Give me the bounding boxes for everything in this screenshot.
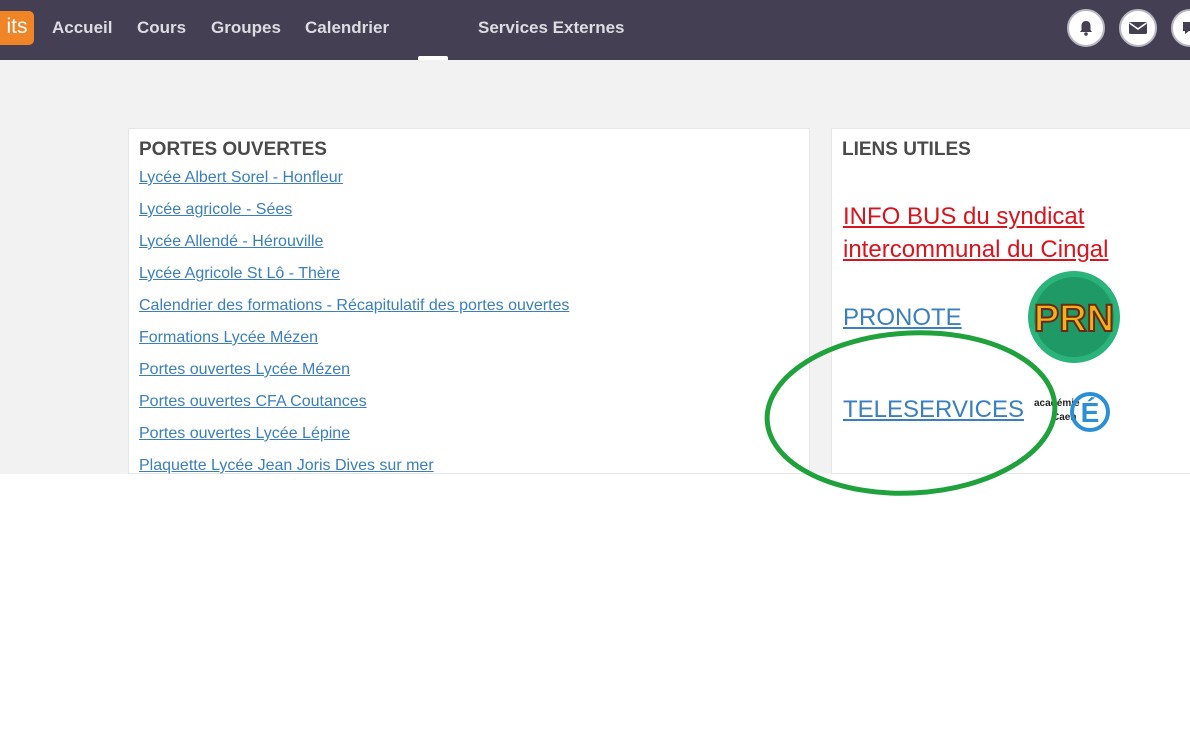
- academie-letter: É: [1081, 397, 1100, 428]
- list-item: Calendrier des formations - Récapitulati…: [139, 297, 569, 329]
- portes-ouvertes-links: Lycée Albert Sorel - Honfleur Lycée agri…: [139, 169, 569, 489]
- link-formations-mezen[interactable]: Formations Lycée Mézen: [139, 329, 318, 346]
- list-item: Plaquette Lycée Jean Joris Dives sur mer: [139, 457, 569, 489]
- list-item: Lycée Albert Sorel - Honfleur: [139, 169, 569, 201]
- link-lycee-agricole-st-lo[interactable]: Lycée Agricole St Lô - Thère: [139, 265, 340, 282]
- nav-cours[interactable]: Cours: [137, 18, 186, 38]
- list-item: Lycée agricole - Sées: [139, 201, 569, 233]
- mail-icon: [1129, 22, 1147, 34]
- top-navbar: its Accueil Cours Groupes Calendrier Ser…: [0, 0, 1190, 60]
- list-item: Lycée Allendé - Hérouville: [139, 233, 569, 265]
- app-logo[interactable]: its: [0, 11, 34, 45]
- link-pronote[interactable]: PRONOTE: [843, 304, 962, 332]
- liens-utiles-title: LIENS UTILES: [842, 139, 971, 160]
- link-portes-ouvertes-cfa[interactable]: Portes ouvertes CFA Coutances: [139, 393, 367, 410]
- notifications-button[interactable]: [1067, 9, 1105, 47]
- list-item: Portes ouvertes Lycée Mézen: [139, 361, 569, 393]
- portes-ouvertes-panel: PORTES OUVERTES Lycée Albert Sorel - Hon…: [128, 128, 810, 474]
- link-plaquette-jean-joris[interactable]: Plaquette Lycée Jean Joris Dives sur mer: [139, 457, 434, 474]
- nav-accueil[interactable]: Accueil: [52, 18, 112, 38]
- chat-button[interactable]: [1171, 9, 1190, 47]
- nav-services-externes[interactable]: Services Externes: [478, 18, 625, 38]
- pronote-logo-text: PRN: [1034, 298, 1114, 340]
- chat-icon: [1183, 22, 1190, 34]
- link-teleservices[interactable]: TELESERVICES: [843, 396, 1024, 424]
- link-lycee-agricole-sees[interactable]: Lycée agricole - Sées: [139, 201, 292, 218]
- link-info-bus[interactable]: INFO BUS du syndicat intercommunal du Ci…: [843, 200, 1143, 266]
- list-item: Portes ouvertes Lycée Lépine: [139, 425, 569, 457]
- link-portes-ouvertes-lepine[interactable]: Portes ouvertes Lycée Lépine: [139, 425, 350, 442]
- list-item: Portes ouvertes CFA Coutances: [139, 393, 569, 425]
- portes-ouvertes-title: PORTES OUVERTES: [139, 139, 327, 160]
- link-portes-ouvertes-mezen[interactable]: Portes ouvertes Lycée Mézen: [139, 361, 350, 378]
- pronote-logo[interactable]: PRN: [1027, 270, 1121, 364]
- academie-caen-logo[interactable]: académie Caen É: [1034, 380, 1116, 438]
- nav-groupes[interactable]: Groupes: [211, 18, 281, 38]
- list-item: Lycée Agricole St Lô - Thère: [139, 265, 569, 297]
- messages-button[interactable]: [1119, 9, 1157, 47]
- bell-icon: [1080, 21, 1092, 36]
- nav-calendrier[interactable]: Calendrier: [305, 18, 389, 38]
- link-lycee-allende[interactable]: Lycée Allendé - Hérouville: [139, 233, 323, 250]
- list-item: Formations Lycée Mézen: [139, 329, 569, 361]
- link-calendrier-formations[interactable]: Calendrier des formations - Récapitulati…: [139, 297, 569, 314]
- link-lycee-albert-sorel[interactable]: Lycée Albert Sorel - Honfleur: [139, 169, 343, 186]
